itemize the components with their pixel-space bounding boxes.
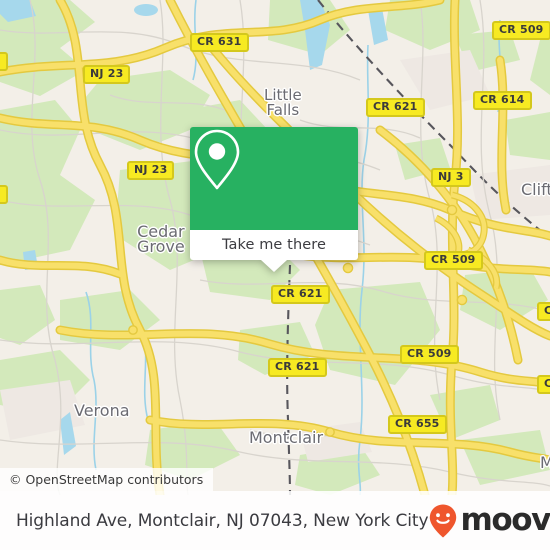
road-shield-cr-509-south[interactable]: CR 509 <box>400 345 459 364</box>
map-canvas[interactable]: LittleFalls CedarGrove Clifton Verona Mo… <box>0 0 550 495</box>
take-me-there-label: Take me there <box>221 237 327 253</box>
road-shield-edge-left[interactable]: 7 <box>0 185 8 204</box>
moovit-wordmark: moovit <box>460 502 550 538</box>
road-shield-nj-23-west[interactable]: NJ 23 <box>127 161 175 180</box>
road-shield-cr-621-north[interactable]: CR 621 <box>366 98 425 117</box>
moovit-map-share-card: LittleFalls CedarGrove Clifton Verona Mo… <box>0 0 550 550</box>
address-label: Highland Ave, Montclair, NJ 07043, New Y… <box>16 510 429 531</box>
road-shield-edge-top-left[interactable]: 1 <box>0 52 8 71</box>
moovit-logo[interactable]: moovit <box>428 503 550 539</box>
location-popup-card[interactable]: Take me there <box>190 127 358 272</box>
road-shield-cr-509-mid[interactable]: CR 509 <box>424 251 483 270</box>
road-shield-nj-3[interactable]: NJ 3 <box>431 168 471 187</box>
map-attribution[interactable]: © OpenStreetMap contributors <box>0 468 214 491</box>
popup-card-pointer <box>261 260 287 272</box>
road-shield-edge-right-lower[interactable]: C <box>537 375 550 394</box>
road-shield-nj-23-north[interactable]: NJ 23 <box>83 65 131 84</box>
moovit-pin-icon <box>430 504 457 537</box>
popup-card-header <box>190 127 358 230</box>
road-shield-edge-right-upper[interactable]: C <box>537 302 550 321</box>
popup-card-footer[interactable]: Take me there <box>190 230 358 272</box>
map-pin-icon <box>194 129 240 190</box>
road-shield-cr-509-top[interactable]: CR 509 <box>492 21 550 40</box>
footer-bar: Highland Ave, Montclair, NJ 07043, New Y… <box>0 491 550 550</box>
road-shield-cr-621-mid[interactable]: CR 621 <box>271 285 330 304</box>
road-shield-cr-631[interactable]: CR 631 <box>190 33 249 52</box>
road-shield-cr-621-south[interactable]: CR 621 <box>268 358 327 377</box>
road-shield-cr-614[interactable]: CR 614 <box>473 91 532 110</box>
attribution-text: © OpenStreetMap contributors <box>9 472 204 487</box>
road-shield-cr-655[interactable]: CR 655 <box>388 415 447 434</box>
